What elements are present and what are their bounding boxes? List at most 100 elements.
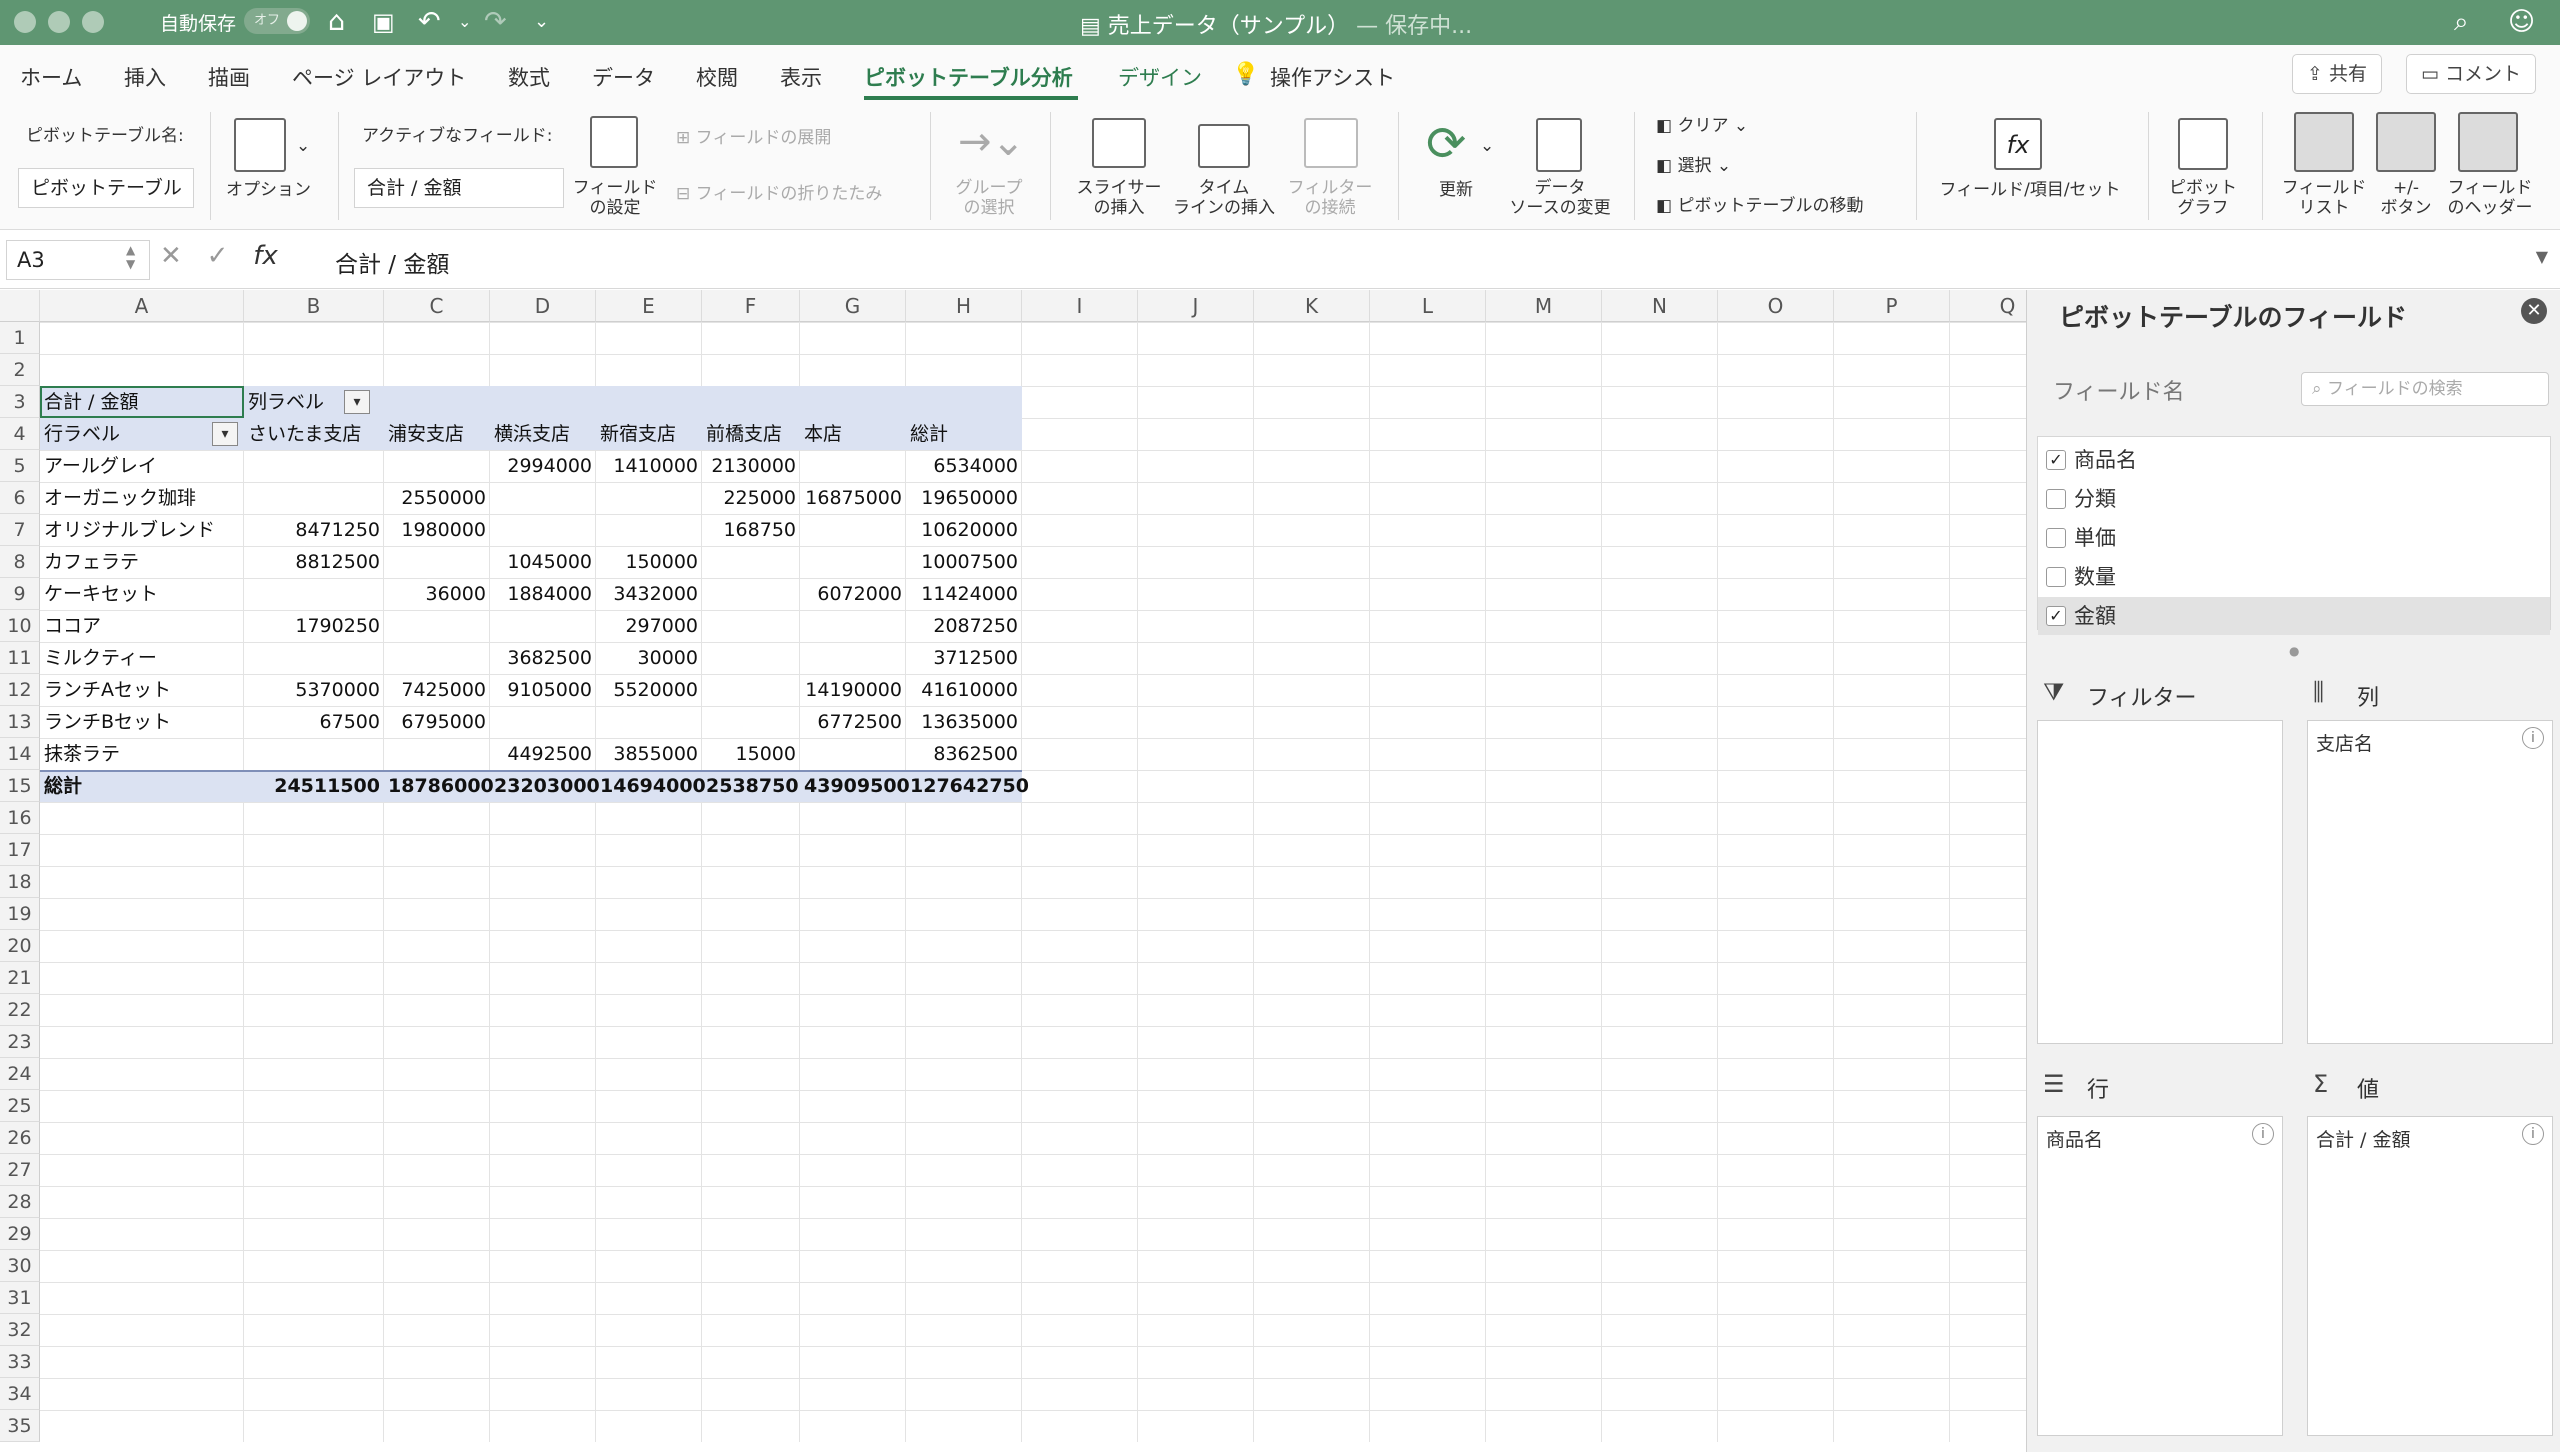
pivot-row-label[interactable]: ミルクティー [44, 642, 244, 674]
pivot-column-header[interactable]: 新宿支店 [600, 418, 702, 450]
formula-input[interactable]: 合計 / 金額 [335, 245, 449, 279]
pivot-value-cell[interactable]: 36000 [388, 578, 490, 610]
fields-items-sets-icon[interactable]: fx [1994, 118, 2042, 170]
field-headers-label-1[interactable]: フィールド [2440, 178, 2540, 198]
row-header[interactable]: 1 [0, 322, 40, 354]
row-labels-filter-button[interactable]: ▾ [212, 422, 238, 446]
insert-timeline-label-2[interactable]: ラインの挿入 [1164, 198, 1284, 218]
field-checkbox[interactable]: ✓ [2046, 450, 2066, 470]
column-labels-filter-button[interactable]: ▾ [344, 390, 370, 414]
tab-home[interactable]: ホーム [20, 62, 82, 92]
field-list-item[interactable]: ✓ 商品名 [2038, 441, 2550, 479]
plus-minus-label-2[interactable]: ボタン [2370, 198, 2442, 218]
field-checkbox[interactable] [2046, 489, 2066, 509]
grand-total-cell[interactable]: 24511500 [248, 770, 384, 802]
pivot-value-cell[interactable]: 1884000 [494, 578, 596, 610]
tab-insert[interactable]: 挿入 [124, 62, 166, 92]
column-header[interactable]: K [1254, 290, 1370, 322]
field-settings-label-2[interactable]: の設定 [570, 198, 660, 218]
row-header[interactable]: 32 [0, 1314, 40, 1346]
grand-total-cell[interactable]: 18786000 [388, 770, 494, 802]
expand-field-button[interactable]: ⊞ フィールドの展開 [676, 128, 831, 148]
customize-toolbar-icon[interactable]: ⌄ [534, 4, 549, 40]
column-header[interactable]: D [490, 290, 596, 322]
pivot-value-cell[interactable]: 9105000 [494, 674, 596, 706]
minimize-window-button[interactable] [48, 11, 70, 33]
insert-slicer-icon[interactable] [1092, 118, 1146, 168]
row-header[interactable]: 28 [0, 1186, 40, 1218]
value-field-item[interactable]: 合計 / 金額 [2316, 1125, 2410, 1152]
pivot-value-cell[interactable]: 3855000 [600, 738, 702, 770]
comment-button[interactable]: ▭ コメント [2406, 54, 2537, 94]
pivot-value-cell[interactable]: 3712500 [910, 642, 1022, 674]
field-checkbox[interactable] [2046, 567, 2066, 587]
field-list-item[interactable]: 単価 [2038, 519, 2550, 557]
row-header[interactable]: 11 [0, 642, 40, 674]
plus-minus-buttons-icon[interactable] [2376, 112, 2436, 172]
pivot-value-cell[interactable]: 5520000 [600, 674, 702, 706]
row-header[interactable]: 33 [0, 1346, 40, 1378]
row-header[interactable]: 17 [0, 834, 40, 866]
pivot-value-cell[interactable]: 3682500 [494, 642, 596, 674]
column-header[interactable]: N [1602, 290, 1718, 322]
row-header[interactable]: 29 [0, 1218, 40, 1250]
plus-minus-label-1[interactable]: +/- [2370, 178, 2442, 198]
pivot-value-cell[interactable]: 30000 [600, 642, 702, 674]
pivot-row-label[interactable]: 抹茶ラテ [44, 738, 244, 770]
pivot-row-label[interactable]: オーガニック珈琲 [44, 482, 244, 514]
row-header[interactable]: 19 [0, 898, 40, 930]
pivot-value-cell[interactable]: 7425000 [388, 674, 490, 706]
column-header[interactable]: H [906, 290, 1022, 322]
pivot-value-cell[interactable]: 1045000 [494, 546, 596, 578]
row-header[interactable]: 26 [0, 1122, 40, 1154]
row-header[interactable]: 34 [0, 1378, 40, 1410]
row-header[interactable]: 18 [0, 866, 40, 898]
pivot-row-label[interactable]: カフェラテ [44, 546, 244, 578]
insert-timeline-icon[interactable] [1198, 124, 1250, 168]
undo-dropdown-icon[interactable]: ⌄ [458, 4, 471, 40]
tab-formulas[interactable]: 数式 [508, 62, 550, 92]
column-field-item[interactable]: 支店名 [2316, 729, 2373, 756]
row-header[interactable]: 24 [0, 1058, 40, 1090]
fields-items-sets-label[interactable]: フィールド/項目/セット [1930, 180, 2130, 200]
pivot-value-cell[interactable]: 4492500 [494, 738, 596, 770]
pivotchart-label-2[interactable]: グラフ [2158, 198, 2248, 218]
row-header[interactable]: 23 [0, 1026, 40, 1058]
pivot-value-cell[interactable]: 2087250 [910, 610, 1022, 642]
column-header[interactable]: M [1486, 290, 1602, 322]
group-arrow-icon[interactable]: →⌄ [958, 122, 1025, 162]
expand-formula-icon[interactable]: ▼ [2536, 247, 2548, 266]
grand-total-cell[interactable]: 127642750 [910, 770, 1029, 802]
refresh-label[interactable]: 更新 [1416, 180, 1496, 200]
row-header[interactable]: 2 [0, 354, 40, 386]
pivot-value-cell[interactable]: 41610000 [910, 674, 1022, 706]
pivot-value-cell[interactable]: 2994000 [494, 450, 596, 482]
pivot-value-cell[interactable]: 2550000 [388, 482, 490, 514]
pivot-row-label[interactable]: オリジナルブレンド [44, 514, 244, 546]
field-headers-icon[interactable] [2458, 112, 2518, 172]
options-arrow-icon[interactable]: ⌄ [296, 136, 310, 156]
change-data-source-label-2[interactable]: ソースの変更 [1500, 198, 1620, 218]
close-window-button[interactable] [14, 11, 36, 33]
pivot-value-field-label[interactable]: 合計 / 金額 [44, 386, 244, 418]
pivot-column-header[interactable]: 本店 [804, 418, 906, 450]
pivot-row-label[interactable]: ココア [44, 610, 244, 642]
grand-total-cell[interactable]: 2538750 [706, 770, 800, 802]
tab-design[interactable]: デザイン [1118, 62, 1202, 92]
tab-page-layout[interactable]: ページ レイアウト [292, 62, 466, 92]
pivot-column-header[interactable]: 浦安支店 [388, 418, 490, 450]
row-header[interactable]: 14 [0, 738, 40, 770]
zoom-window-button[interactable] [82, 11, 104, 33]
field-checkbox[interactable] [2046, 528, 2066, 548]
collapse-field-button[interactable]: ⊟ フィールドの折りたたみ [676, 184, 882, 204]
pivot-value-cell[interactable]: 6772500 [804, 706, 906, 738]
grand-total-label[interactable]: 総計 [44, 770, 244, 802]
row-header[interactable]: 10 [0, 610, 40, 642]
column-header[interactable]: E [596, 290, 702, 322]
insert-timeline-label-1[interactable]: タイム [1164, 178, 1284, 198]
insert-slicer-label-2[interactable]: の挿入 [1064, 198, 1174, 218]
row-header[interactable]: 8 [0, 546, 40, 578]
pivot-value-cell[interactable]: 1790250 [248, 610, 384, 642]
pivot-row-label[interactable]: ランチBセット [44, 706, 244, 738]
row-header[interactable]: 9 [0, 578, 40, 610]
